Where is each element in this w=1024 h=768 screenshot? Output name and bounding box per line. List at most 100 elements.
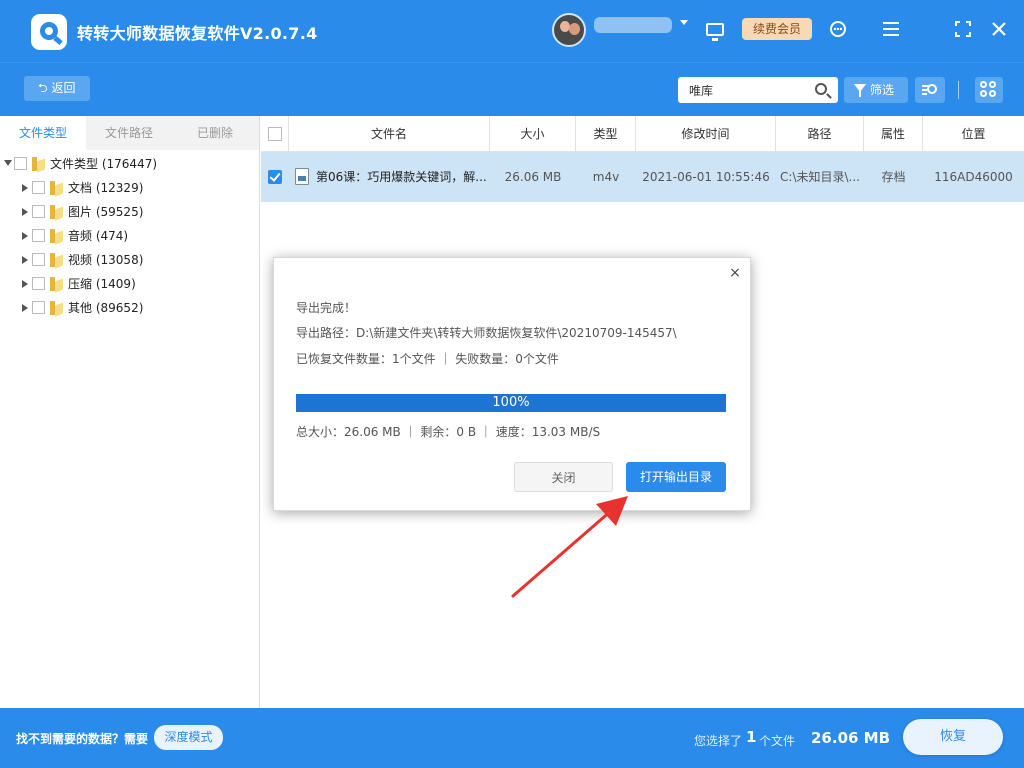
dialog-title: 导出完成！ — [296, 301, 357, 315]
tree-checkbox[interactable] — [32, 277, 45, 290]
monitor-icon[interactable] — [704, 18, 726, 41]
tree-checkbox[interactable] — [32, 229, 45, 242]
row-checkbox[interactable] — [268, 170, 282, 184]
folder-icon — [50, 277, 64, 291]
search-icon[interactable] — [815, 83, 827, 95]
cell-name: 第06课：巧用爆款关键词，解... — [316, 170, 487, 184]
tree-checkbox[interactable] — [32, 253, 45, 266]
column-header-location[interactable]: 位置 — [923, 116, 1024, 152]
recover-button[interactable]: 恢复 — [903, 719, 1003, 755]
expand-arrow-icon[interactable] — [22, 208, 28, 216]
expand-arrow-icon[interactable] — [22, 232, 28, 240]
tree-item-label: 其他 (89652) — [68, 301, 144, 315]
tab-file-type[interactable]: 文件类型 — [0, 116, 86, 150]
expand-arrow-icon[interactable] — [4, 160, 12, 166]
expand-arrow-icon[interactable] — [22, 256, 28, 264]
tree-root-label: 文件类型 (176447) — [50, 157, 158, 171]
tree-checkbox[interactable] — [32, 205, 45, 218]
expand-arrow-icon[interactable] — [22, 280, 28, 288]
tree-checkbox[interactable] — [32, 301, 45, 314]
folder-icon — [50, 229, 64, 243]
deep-mode-button[interactable]: 深度模式 — [154, 725, 223, 750]
customer-service-icon[interactable] — [827, 18, 849, 40]
folder-icon — [50, 253, 64, 267]
tab-file-path[interactable]: 文件路径 — [86, 116, 172, 150]
folder-icon — [50, 181, 64, 195]
back-label: 返回 — [51, 81, 76, 95]
list-search-icon — [927, 84, 937, 94]
filter-icon — [854, 84, 866, 97]
folder-icon — [50, 301, 64, 315]
tree-item-archive[interactable]: 压缩 (1409) — [0, 272, 259, 296]
username-redacted[interactable] — [594, 17, 672, 33]
left-panel: 文件类型 文件路径 已删除 文件类型 (176447) 文档 (12329) 图… — [0, 116, 260, 708]
export-path: 导出路径：D:\新建文件夹\转转大师数据恢复软件\20210709-145457… — [296, 326, 677, 340]
back-button[interactable]: ⮌ 返回 — [24, 76, 90, 101]
tree-item-label: 音频 (474) — [68, 229, 129, 243]
tree-item-other[interactable]: 其他 (89652) — [0, 296, 259, 320]
tree-item-video[interactable]: 视频 (13058) — [0, 248, 259, 272]
export-stats: 总大小：26.06 MB ｜ 剩余：0 B ｜ 速度：13.03 MB/S — [296, 425, 601, 439]
app-title: 转转大师数据恢复软件V2.0.7.4 — [77, 24, 318, 43]
progress-label: 100% — [492, 395, 530, 410]
column-header-type[interactable]: 类型 — [576, 116, 636, 152]
expand-arrow-icon[interactable] — [22, 304, 28, 312]
selected-unit: 个文件 — [759, 734, 796, 748]
grid-view-button[interactable] — [975, 77, 1003, 103]
tree-item-images[interactable]: 图片 (59525) — [0, 200, 259, 224]
cell-path: C:\未知目录\... — [780, 170, 860, 184]
menu-icon[interactable] — [880, 18, 902, 40]
filter-label: 筛选 — [870, 83, 895, 97]
cell-attr: 存档 — [881, 170, 906, 184]
app-logo-icon — [31, 14, 67, 50]
back-icon: ⮌ — [38, 81, 48, 95]
tree-item-audio[interactable]: 音频 (474) — [0, 224, 259, 248]
cell-type: m4v — [592, 170, 620, 184]
tree-item-label: 视频 (13058) — [68, 253, 144, 267]
tree-item-label: 文档 (12329) — [68, 181, 144, 195]
tree-item-documents[interactable]: 文档 (12329) — [0, 176, 259, 200]
tree-root[interactable]: 文件类型 (176447) — [0, 152, 259, 176]
chevron-down-icon[interactable] — [680, 20, 688, 25]
tree-checkbox[interactable] — [32, 181, 45, 194]
column-header-name[interactable]: 文件名 — [289, 116, 490, 152]
table-row[interactable]: 第06课：巧用爆款关键词，解... 26.06 MB m4v 2021-06-0… — [261, 152, 1024, 202]
cell-location: 116AD46000 — [934, 170, 1013, 184]
cell-modified: 2021-06-01 10:55:46 — [642, 170, 770, 184]
column-header-size[interactable]: 大小 — [490, 116, 576, 152]
video-file-icon — [295, 168, 309, 185]
select-all-checkbox[interactable] — [268, 127, 282, 141]
open-output-folder-button[interactable]: 打开输出目录 — [626, 462, 726, 492]
dialog-close-icon[interactable]: × — [728, 266, 742, 280]
list-search-button[interactable] — [915, 77, 945, 103]
avatar[interactable] — [552, 13, 586, 47]
tree-item-label: 图片 (59525) — [68, 205, 144, 219]
column-header-modified[interactable]: 修改时间 — [636, 116, 776, 152]
folder-icon — [32, 157, 46, 171]
tree-checkbox[interactable] — [14, 157, 27, 170]
renew-vip-button[interactable]: 续费会员 — [742, 18, 812, 40]
maximize-icon[interactable] — [952, 18, 974, 40]
export-complete-dialog: × 导出完成！ 导出路径：D:\新建文件夹\转转大师数据恢复软件\2021070… — [273, 257, 751, 511]
toolbar: ⮌ 返回 筛选 — [0, 62, 1024, 116]
filter-button[interactable]: 筛选 — [844, 77, 908, 103]
left-tabs: 文件类型 文件路径 已删除 — [0, 116, 259, 150]
folder-icon — [50, 205, 64, 219]
search-input[interactable] — [678, 77, 808, 103]
file-type-tree: 文件类型 (176447) 文档 (12329) 图片 (59525) 音频 (… — [0, 152, 259, 320]
title-bar: 转转大师数据恢复软件V2.0.7.4 续费会员 — [0, 0, 1024, 62]
tree-item-label: 压缩 (1409) — [68, 277, 136, 291]
recovery-result: 已恢复文件数量：1个文件 ｜ 失败数量：0个文件 — [296, 352, 559, 366]
not-found-text: 找不到需要的数据？需要 — [16, 732, 149, 746]
column-header-attr[interactable]: 属性 — [864, 116, 923, 152]
tab-deleted[interactable]: 已删除 — [172, 116, 258, 150]
selected-prefix: 您选择了 — [694, 734, 743, 748]
expand-arrow-icon[interactable] — [22, 184, 28, 192]
column-header-path[interactable]: 路径 — [776, 116, 864, 152]
cell-size: 26.06 MB — [504, 170, 562, 184]
selected-size: 26.06 MB — [811, 729, 891, 747]
close-icon[interactable] — [988, 18, 1010, 40]
annotation-arrow-icon — [511, 496, 628, 598]
toolbar-divider — [958, 81, 959, 99]
table-header: 文件名 大小 类型 修改时间 路径 属性 位置 — [261, 116, 1024, 152]
